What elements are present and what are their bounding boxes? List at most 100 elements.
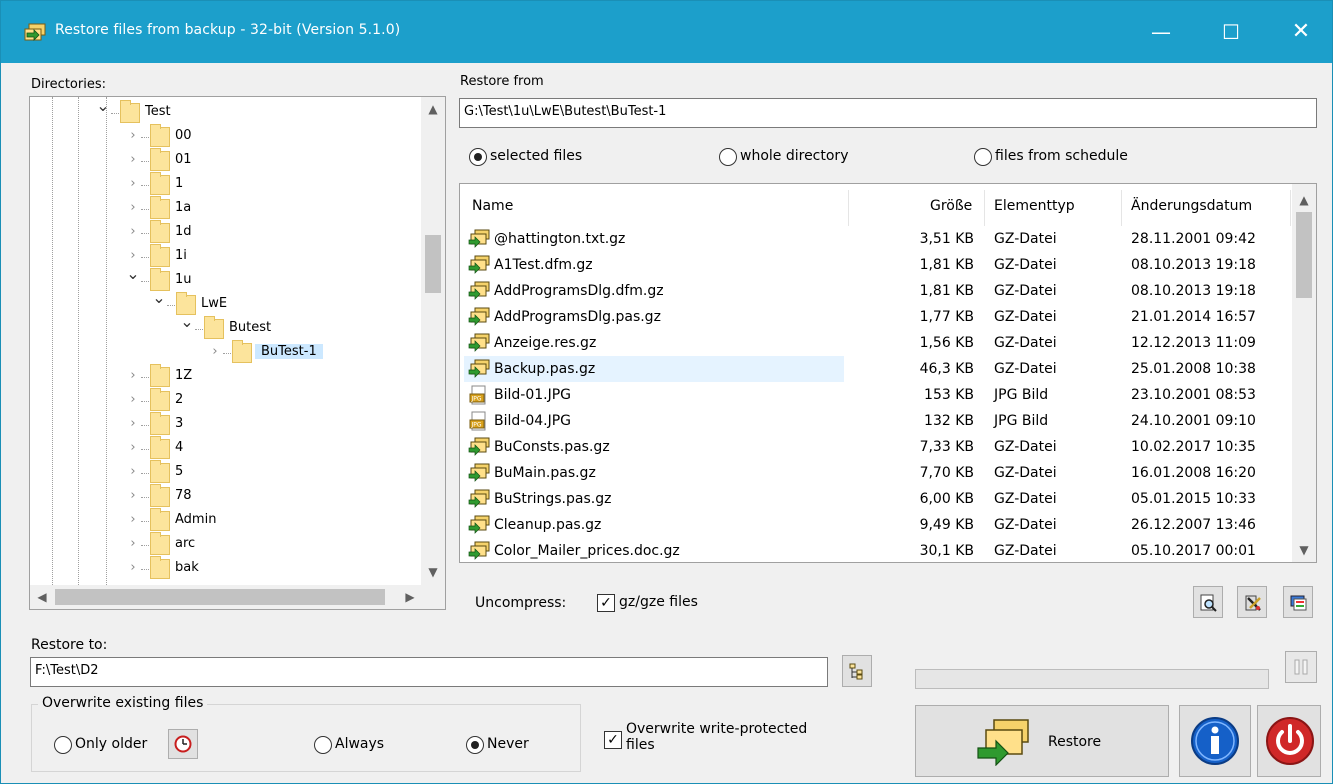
scroll-up-arrow-icon[interactable]: ▲ [1292, 188, 1316, 212]
collapse-chevron-icon[interactable]: ⌄ [180, 313, 194, 331]
minimize-button[interactable]: — [1139, 14, 1183, 50]
collapse-chevron-icon[interactable]: ⌄ [152, 289, 166, 307]
tree-node-label: 1d [175, 224, 192, 239]
info-button[interactable] [1179, 705, 1251, 777]
group-title: Overwrite existing files [38, 695, 208, 711]
restore-to-label: Restore to: [31, 637, 108, 653]
expand-chevron-icon[interactable]: › [126, 415, 140, 433]
scroll-thumb[interactable] [55, 589, 385, 605]
log-button[interactable] [1283, 586, 1313, 618]
expand-chevron-icon[interactable]: › [126, 535, 140, 553]
expand-chevron-icon[interactable]: › [126, 463, 140, 481]
tree-horizontal-scrollbar[interactable]: ◀ ▶ [30, 585, 423, 609]
file-row[interactable]: AddProgramsDlg.pas.gz 1,77 KB GZ-Datei 21.0… [460, 304, 1294, 330]
folder-icon [150, 388, 170, 411]
file-row[interactable]: AddProgramsDlg.dfm.gz 1,81 KB GZ-Datei 08.1… [460, 278, 1294, 304]
collapse-chevron-icon[interactable]: ⌄ [96, 97, 110, 115]
scroll-down-arrow-icon[interactable]: ▼ [421, 560, 445, 584]
pause-button[interactable] [1285, 651, 1317, 683]
expand-chevron-icon[interactable]: › [126, 559, 140, 577]
expand-chevron-icon[interactable]: › [126, 175, 140, 193]
expand-chevron-icon[interactable]: › [126, 391, 140, 409]
older-options-button[interactable] [168, 729, 198, 759]
svg-text:JPG: JPG [471, 422, 482, 429]
tree-node[interactable]: › BuTest-1 [30, 340, 420, 365]
file-type: GZ-Datei [994, 283, 1057, 299]
expand-chevron-icon[interactable]: › [126, 367, 140, 385]
directory-tree[interactable]: ⌄ Test › 00 › 01 › 1 › 1a › 1d › 1i ⌄ 1u ⌄ LwE ⌄ Butest › BuT… [29, 96, 446, 610]
file-row[interactable]: Cleanup.pas.gz 9,49 KB GZ-Datei 26.12.2007 … [460, 512, 1294, 538]
maximize-button[interactable]: ☐ [1209, 14, 1253, 50]
tree-node[interactable]: › 1Z [30, 364, 420, 389]
tree-node[interactable]: › bak [30, 556, 420, 581]
scroll-up-arrow-icon[interactable]: ▲ [421, 97, 445, 121]
file-row[interactable]: JPG Bild-04.JPG 132 KB JPG Bild 24.10.2001 0… [460, 408, 1294, 434]
expand-chevron-icon[interactable]: › [126, 151, 140, 169]
folder-icon [150, 460, 170, 483]
close-button[interactable]: ✕ [1279, 14, 1323, 50]
radio-circle [719, 148, 737, 166]
tree-vertical-scrollbar[interactable]: ▲ ▼ [421, 97, 445, 585]
file-row[interactable]: Backup.pas.gz 46,3 KB GZ-Datei 25.01.2008 1… [460, 356, 1294, 382]
tree-node[interactable]: › 78 [30, 484, 420, 509]
tree-node-label: 1Z [175, 368, 193, 383]
folder-icon [150, 244, 170, 267]
column-header-type[interactable]: Elementtyp [994, 198, 1075, 214]
tree-node[interactable]: › 1 [30, 172, 420, 197]
tree-node[interactable]: › 00 [30, 124, 420, 149]
tree-node[interactable]: › Admin [30, 508, 420, 533]
restore-button[interactable]: Restore [915, 705, 1169, 777]
tree-node[interactable]: ⌄ LwE [30, 289, 420, 317]
expand-chevron-icon[interactable]: › [126, 199, 140, 217]
expand-chevron-icon[interactable]: › [126, 247, 140, 265]
tree-node[interactable]: ⌄ Test [30, 97, 420, 125]
expand-chevron-icon[interactable]: › [126, 511, 140, 529]
column-header-date[interactable]: Änderungsdatum [1131, 198, 1252, 214]
tree-node[interactable]: › 2 [30, 388, 420, 413]
tree-node[interactable]: › 01 [30, 148, 420, 173]
exit-button[interactable] [1257, 705, 1321, 777]
scroll-thumb[interactable] [425, 235, 441, 293]
expand-chevron-icon[interactable]: › [126, 223, 140, 241]
tree-node-label: Butest [229, 320, 272, 335]
column-header-size[interactable]: Größe [930, 198, 972, 214]
file-list[interactable]: Name Größe Elementtyp Änderungsdatum @ha… [459, 183, 1317, 563]
file-row[interactable]: JPG Bild-01.JPG 153 KB JPG Bild 23.10.2001 0… [460, 382, 1294, 408]
expand-chevron-icon[interactable]: › [126, 439, 140, 457]
expand-chevron-icon[interactable]: › [126, 127, 140, 145]
tree-node[interactable]: ⌄ Butest [30, 313, 420, 341]
browse-folder-button[interactable] [842, 655, 872, 687]
tree-node[interactable]: › 5 [30, 460, 420, 485]
restore-to-path-field[interactable]: F:\Test\D2 [30, 657, 828, 687]
file-row[interactable]: Color_Mailer_prices.doc.gz 30,1 KB GZ-Date… [460, 538, 1294, 562]
tree-node[interactable]: ⌄ 1u [30, 265, 420, 293]
radio-circle [54, 736, 72, 754]
file-type: GZ-Datei [994, 335, 1057, 351]
file-row[interactable]: @hattington.txt.gz 3,51 KB GZ-Datei 28.11.2… [460, 226, 1294, 252]
restore-from-path-field[interactable]: G:\Test\1u\LwE\Butest\BuTest-1 [459, 98, 1317, 128]
restore-button-label: Restore [1048, 734, 1102, 750]
scroll-thumb[interactable] [1296, 212, 1312, 298]
scroll-right-arrow-icon[interactable]: ▶ [398, 585, 422, 609]
file-row[interactable]: BuStrings.pas.gz 6,00 KB GZ-Datei 05.01.201… [460, 486, 1294, 512]
file-list-vertical-scrollbar[interactable]: ▲ ▼ [1292, 184, 1316, 562]
scroll-left-arrow-icon[interactable]: ◀ [30, 585, 54, 609]
file-row[interactable]: BuMain.pas.gz 7,70 KB GZ-Datei 16.01.2008 1… [460, 460, 1294, 486]
settings-button[interactable] [1237, 586, 1267, 618]
view-file-button[interactable] [1193, 586, 1223, 618]
file-row[interactable]: Anzeige.res.gz 1,56 KB GZ-Datei 12.12.2013 … [460, 330, 1294, 356]
tree-node[interactable]: › arc [30, 532, 420, 557]
file-row[interactable]: BuConsts.pas.gz 7,33 KB GZ-Datei 10.02.2017… [460, 434, 1294, 460]
scroll-down-arrow-icon[interactable]: ▼ [1292, 538, 1316, 562]
file-row[interactable]: A1Test.dfm.gz 1,81 KB GZ-Datei 08.10.2013 1… [460, 252, 1294, 278]
expand-chevron-icon[interactable]: › [208, 343, 222, 361]
column-header-name[interactable]: Name [472, 198, 513, 214]
tree-node-label: arc [175, 536, 196, 551]
tree-node[interactable]: › 1i [30, 244, 420, 269]
tree-node[interactable]: › 1d [30, 220, 420, 245]
collapse-chevron-icon[interactable]: ⌄ [126, 265, 140, 283]
expand-chevron-icon[interactable]: › [126, 487, 140, 505]
tree-node[interactable]: › 4 [30, 436, 420, 461]
tree-node[interactable]: › 1a [30, 196, 420, 221]
tree-node[interactable]: › 3 [30, 412, 420, 437]
